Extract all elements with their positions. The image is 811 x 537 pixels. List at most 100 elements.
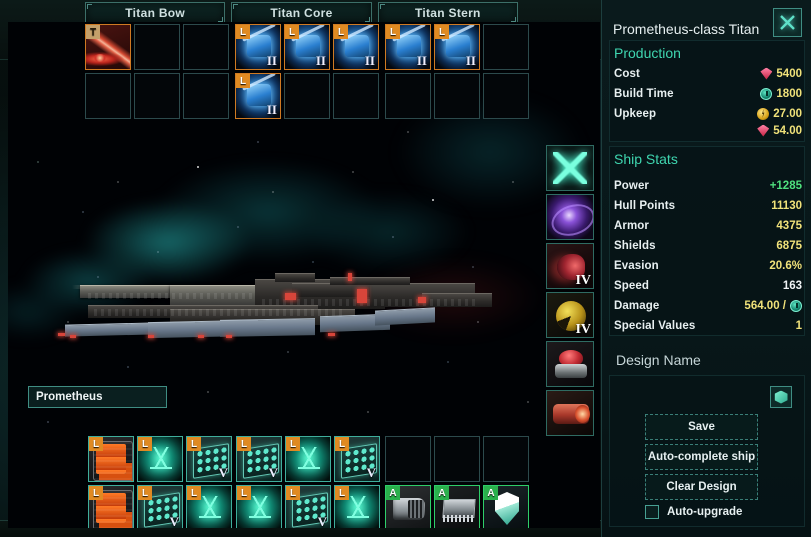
build-time-icon — [790, 299, 802, 312]
slot-group-stern[interactable]: L II L II — [385, 24, 529, 119]
slot-aux-3[interactable]: A — [385, 485, 431, 528]
ship-stats-heading: Ship Stats — [614, 151, 678, 167]
slot-stern-3[interactable] — [385, 73, 431, 119]
stat-label: Damage — [614, 299, 660, 312]
slot-stern-2[interactable] — [483, 24, 529, 70]
slot-bow-4[interactable] — [134, 73, 180, 119]
stat-value: 1800 — [776, 87, 802, 100]
component-level: V — [218, 465, 228, 480]
stat-value-wrap: 1800 — [760, 87, 802, 100]
slot-bow-5[interactable] — [183, 73, 229, 119]
slot-core-3[interactable]: L II — [235, 73, 281, 119]
stat-row-evasion: Evasion 20.6% — [614, 257, 802, 274]
auto-upgrade-toggle[interactable]: Auto-upgrade — [645, 505, 742, 519]
slot-util1-5[interactable]: L — [186, 485, 232, 528]
slot-type-badge: A — [484, 486, 498, 500]
auto-upgrade-label: Auto-upgrade — [667, 506, 743, 518]
stat-row-build-time: Build Time 1800 — [614, 85, 802, 102]
slot-util1-0[interactable]: L — [88, 436, 134, 482]
slot-util1-2[interactable]: L V — [186, 436, 232, 482]
stat-value-wrap: 5400 — [760, 67, 802, 80]
slot-stern-5[interactable] — [483, 73, 529, 119]
slot-util2-3[interactable]: L — [236, 485, 282, 528]
energy-icon — [757, 107, 770, 120]
tab-titan-stern[interactable]: Titan Stern — [377, 2, 518, 24]
component-level: II — [364, 53, 375, 68]
slot-type-badge: L — [285, 25, 299, 39]
ship-panel-lines — [88, 293, 278, 299]
slot-util2-2[interactable]: L V — [334, 436, 380, 482]
clear-design-button[interactable]: Clear Design — [645, 474, 758, 500]
slot-type-badge: L — [138, 486, 152, 500]
slot-aux-2[interactable] — [483, 436, 529, 482]
slot-util1-4[interactable]: L V — [137, 485, 183, 528]
slot-stern-4[interactable] — [434, 73, 480, 119]
stat-row-armor: Armor 4375 — [614, 217, 802, 234]
slot-group-bow[interactable]: T — [85, 24, 229, 119]
slot-type-badge: L — [187, 486, 201, 500]
ship-light-mast — [348, 273, 352, 281]
ship-light — [328, 333, 335, 336]
slot-core-0[interactable]: L II — [235, 24, 281, 70]
save-button[interactable]: Save — [645, 414, 758, 440]
stat-value: 54.00 — [773, 124, 802, 137]
slot-type-badge: L — [237, 486, 251, 500]
palette-sensor-icon[interactable]: IV — [546, 292, 594, 338]
palette-reactor-icon[interactable] — [546, 341, 594, 387]
slot-bow-0[interactable]: T — [85, 24, 131, 70]
palette-level: IV — [575, 273, 591, 288]
component-level: II — [266, 102, 277, 117]
slot-util2-4[interactable]: L V — [285, 485, 331, 528]
component-level: II — [266, 53, 277, 68]
mineral-icon — [760, 67, 773, 80]
slot-util1-1[interactable]: L — [137, 436, 183, 482]
close-button[interactable] — [773, 8, 802, 37]
slot-bow-1[interactable] — [134, 24, 180, 70]
slot-util2-0[interactable]: L V — [236, 436, 282, 482]
slot-core-1[interactable]: L II — [284, 24, 330, 70]
slot-group-utility-1[interactable]: L L L V L L V L — [88, 436, 232, 528]
stat-value: 11130 — [771, 199, 802, 212]
component-palette[interactable]: IV IV — [546, 145, 594, 436]
slot-bow-3[interactable] — [85, 73, 131, 119]
palette-energy-weapon-icon[interactable] — [546, 145, 594, 191]
slot-util1-3[interactable]: L — [88, 485, 134, 528]
auto-complete-ship-button[interactable]: Auto-complete ship — [645, 444, 758, 470]
slot-util2-5[interactable]: L — [334, 485, 380, 528]
slot-type-badge: L — [138, 437, 152, 451]
slot-core-5[interactable] — [333, 73, 379, 119]
ship-light-bay — [418, 297, 426, 303]
slot-type-badge: L — [334, 25, 348, 39]
slot-util2-1[interactable]: L — [285, 436, 331, 482]
tab-titan-core[interactable]: Titan Core — [231, 2, 372, 24]
palette-engine-icon[interactable] — [546, 390, 594, 436]
component-level: V — [169, 514, 179, 528]
palette-plasma-thruster-icon[interactable]: IV — [546, 243, 594, 289]
slot-aux-5[interactable]: A — [483, 485, 529, 528]
auto-upgrade-checkbox[interactable] — [645, 505, 659, 519]
design-name-input[interactable] — [28, 386, 167, 408]
slot-core-2[interactable]: L II — [333, 24, 379, 70]
ship-wing-aft — [220, 318, 315, 337]
slot-core-4[interactable] — [284, 73, 330, 119]
slot-aux-4[interactable]: A — [434, 485, 480, 528]
ship-light-bay — [285, 293, 296, 300]
slot-group-core[interactable]: L II L II L II L II — [235, 24, 379, 119]
slot-stern-1[interactable]: L II — [434, 24, 480, 70]
stat-row-special-values: Special Values 1 — [614, 317, 802, 334]
randomize-name-button[interactable] — [770, 386, 792, 408]
slot-aux-0[interactable] — [385, 436, 431, 482]
ship-wing-tail — [375, 307, 435, 326]
dice-icon — [774, 390, 788, 404]
slot-aux-1[interactable] — [434, 436, 480, 482]
stat-label: Hull Points — [614, 199, 676, 212]
slot-stern-0[interactable]: L II — [385, 24, 431, 70]
slot-bow-2[interactable] — [183, 24, 229, 70]
ship-viewport[interactable]: T L II L II L II L II L II L II L L L V … — [8, 22, 600, 528]
slot-group-auxiliary[interactable]: A A A — [385, 436, 529, 528]
stat-value: 27.00 — [773, 107, 802, 120]
slot-type-badge: L — [286, 486, 300, 500]
slot-group-utility-2[interactable]: L V L L V L L V L — [236, 436, 380, 528]
palette-psionic-icon[interactable] — [546, 194, 594, 240]
tab-titan-bow[interactable]: Titan Bow — [85, 2, 226, 24]
